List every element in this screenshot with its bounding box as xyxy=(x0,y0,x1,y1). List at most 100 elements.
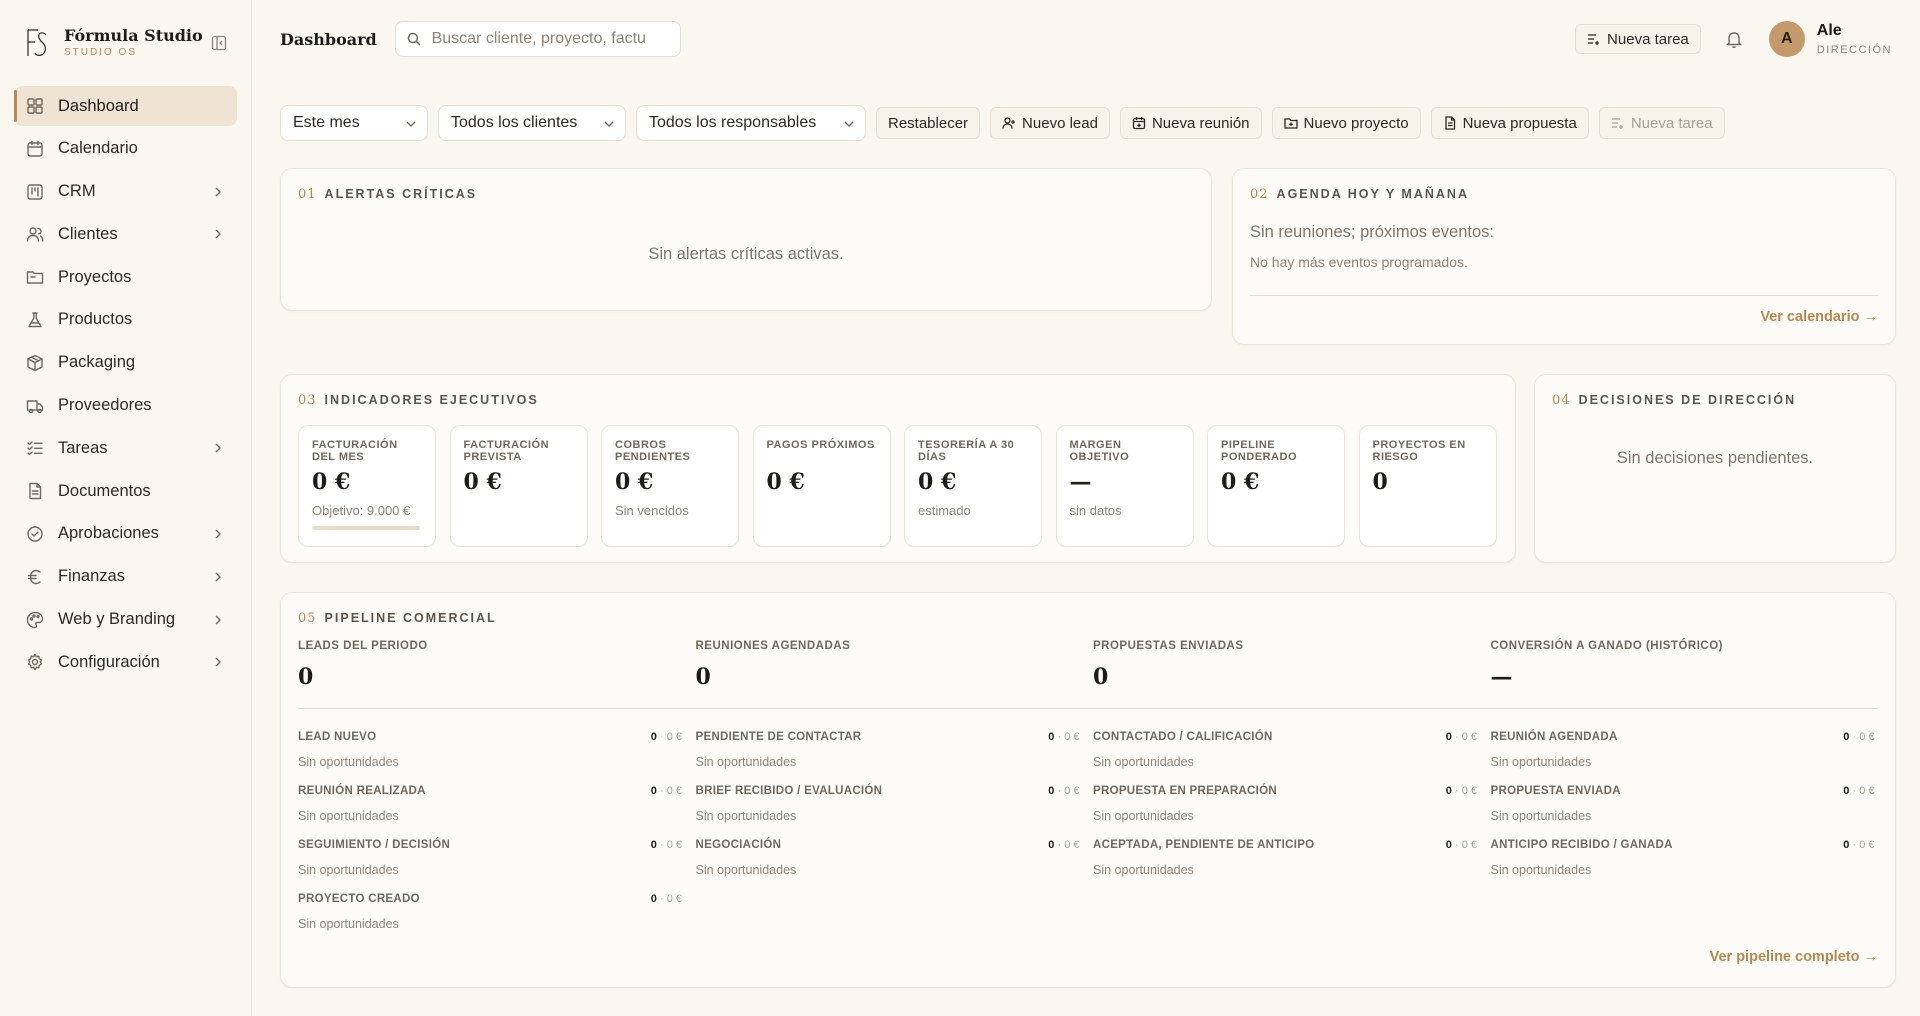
kpi-label: FACTURACIÓN PREVISTA xyxy=(463,439,550,463)
pipeline-stage[interactable]: ANTICIPO RECIBIDO / GANADA 0 · 0 € Sin opo… xyxy=(1491,838,1875,877)
stage-empty: Sin oportunidades xyxy=(298,809,399,823)
agenda-number: 02 xyxy=(1250,187,1269,202)
sidebar-item-tareas[interactable]: Tareas xyxy=(14,428,237,468)
package-icon xyxy=(27,354,43,371)
stage-count-value: 0 xyxy=(1843,839,1850,851)
pipeline-stage[interactable]: PROYECTO CREADO 0 · 0 € Sin oportunidades xyxy=(298,892,682,931)
pipeline-stage[interactable]: PENDIENTE DE CONTACTAR 0 · 0 € Sin oportun… xyxy=(696,730,1080,769)
brand-subtitle: STUDIO OS xyxy=(64,47,138,58)
collapse-sidebar-icon[interactable] xyxy=(211,35,227,51)
stage-empty: Sin oportunidades xyxy=(298,755,399,769)
view-calendar-link[interactable]: Ver calendario → xyxy=(1760,309,1878,325)
kpi-label: PIPELINE PONDERADO xyxy=(1221,439,1298,463)
pipeline-stage[interactable]: PROPUESTA EN PREPARACIÓN 0 · 0 € Sin oport… xyxy=(1093,784,1477,823)
clients-select[interactable]: Todos los clientes xyxy=(438,105,626,141)
stage-count: 0 · 0 € xyxy=(1048,839,1079,851)
kpi-card[interactable]: PAGOS PRÓXIMOS 0 € xyxy=(752,425,891,547)
stage-count-value: 0 xyxy=(1445,731,1452,743)
reset-button[interactable]: Restablecer xyxy=(876,107,981,139)
new-meeting-label: Nueva reunión xyxy=(1151,114,1250,132)
pipeline-stage[interactable]: PROPUESTA ENVIADA 0 · 0 € Sin oportunidade… xyxy=(1491,784,1875,823)
sidebar-item-crm[interactable]: CRM xyxy=(14,172,237,212)
stage-amount: · 0 € xyxy=(659,893,682,905)
sidebar-item-calendario[interactable]: Calendario xyxy=(14,129,237,169)
stage-count: 0 · 0 € xyxy=(651,785,682,797)
new-lead-button[interactable]: Nuevo lead xyxy=(990,107,1110,139)
user-info[interactable]: Ale DIRECCIÓN xyxy=(1817,22,1892,57)
kpi-value: 0 € xyxy=(463,469,502,495)
bell-icon[interactable] xyxy=(1723,28,1745,50)
new-task-filter-button[interactable]: Nueva tarea xyxy=(1598,107,1725,139)
reset-label: Restablecer xyxy=(888,114,969,132)
kpi-card[interactable]: PROYECTOS EN RIESGO 0 xyxy=(1358,425,1497,547)
sidebar-item-productos[interactable]: Productos xyxy=(14,300,237,340)
pipeline-stage[interactable]: SEGUIMIENTO / DECISIÓN 0 · 0 € Sin oportun… xyxy=(298,838,682,877)
pipeline-stage[interactable]: LEAD NUEVO 0 · 0 € Sin oportunidades xyxy=(298,730,682,769)
stage-count: 0 · 0 € xyxy=(651,893,682,905)
view-pipeline-link[interactable]: Ver pipeline completo → xyxy=(1710,949,1878,965)
pipeline-stage[interactable]: CONTACTADO / CALIFICACIÓN 0 · 0 € Sin opor… xyxy=(1093,730,1477,769)
brand-name: Fórmula Studio xyxy=(64,26,203,45)
sidebar-item-configuracion[interactable]: Configuración xyxy=(14,642,237,682)
sidebar-item-proveedores[interactable]: Proveedores xyxy=(14,386,237,426)
new-task-button[interactable]: Nueva tarea xyxy=(1575,24,1701,54)
new-proposal-button[interactable]: Nueva propuesta xyxy=(1430,107,1589,139)
stage-name: REUNIÓN REALIZADA xyxy=(298,785,426,797)
pipeline-summary-value: 0 xyxy=(298,664,314,690)
pipeline-stage[interactable]: ACEPTADA, PENDIENTE DE ANTICIPO 0 · 0 € Si… xyxy=(1093,838,1477,877)
sidebar-item-dashboard[interactable]: Dashboard xyxy=(14,86,237,126)
stage-count-value: 0 xyxy=(1048,731,1055,743)
period-select[interactable]: Este mes xyxy=(280,105,428,141)
stage-count: 0 · 0 € xyxy=(1446,785,1477,797)
stage-amount: · 0 € xyxy=(1454,785,1477,797)
decisions-title: DECISIONES DE DIRECCIÓN xyxy=(1578,393,1797,407)
pipeline-summary-item: CONVERSIÓN A GANADO (HISTÓRICO) — xyxy=(1491,640,1724,690)
kpi-value: 0 € xyxy=(918,469,957,495)
sidebar-item-documentos[interactable]: Documentos xyxy=(14,471,237,511)
kpi-card[interactable]: TESORERÍA A 30 DÍAS 0 € estimado xyxy=(904,425,1042,547)
kpi-subtext: Objetivo: 9.000 € xyxy=(312,503,411,518)
brand-logo-icon xyxy=(27,29,47,56)
pipeline-stage[interactable]: NEGOCIACIÓN 0 · 0 € Sin oportunidades xyxy=(696,838,1080,877)
pipeline-summary-label: PROPUESTAS ENVIADAS xyxy=(1093,640,1244,652)
owners-select[interactable]: Todos los responsables xyxy=(636,105,866,141)
pipeline-stage[interactable]: REUNIÓN AGENDADA 0 · 0 € Sin oportunidades xyxy=(1491,730,1875,769)
search-input[interactable] xyxy=(431,30,670,48)
new-meeting-button[interactable]: Nueva reunión xyxy=(1119,107,1262,139)
avatar[interactable]: A xyxy=(1768,21,1805,57)
stage-count-value: 0 xyxy=(1445,785,1452,797)
new-task-filter-label: Nueva tarea xyxy=(1630,114,1713,132)
sidebar-item-web-y-branding[interactable]: Web y Branding xyxy=(14,600,237,640)
kpi-value: 0 € xyxy=(766,469,805,495)
stage-count: 0 · 0 € xyxy=(1843,839,1874,851)
user-plus-icon xyxy=(1002,117,1016,129)
alerts-title: ALERTAS CRÍTICAS xyxy=(324,187,478,201)
sidebar-item-packaging[interactable]: Packaging xyxy=(14,343,237,383)
kpi-value: 0 € xyxy=(312,469,351,495)
kpi-card[interactable]: FACTURACIÓN DEL MES 0 € Objetivo: 9.000 € xyxy=(298,425,436,547)
kpi-card[interactable]: MARGEN OBJETIVO — sin datos xyxy=(1055,425,1194,547)
stage-amount: · 0 € xyxy=(659,785,682,797)
euro-icon xyxy=(27,569,41,584)
document-icon xyxy=(1444,116,1455,130)
search-box[interactable] xyxy=(394,21,681,57)
sidebar-item-aprobaciones[interactable]: Aprobaciones xyxy=(14,514,237,554)
pipeline-stage[interactable]: REUNIÓN REALIZADA 0 · 0 € Sin oportunidade… xyxy=(298,784,682,823)
new-project-button[interactable]: Nuevo proyecto xyxy=(1271,107,1421,139)
stage-empty: Sin oportunidades xyxy=(695,755,797,769)
new-proposal-label: Nueva propuesta xyxy=(1462,114,1577,132)
users-icon xyxy=(26,227,44,243)
pipeline-stage[interactable]: BRIEF RECIBIDO / EVALUACIÓN 0 · 0 € Sin op… xyxy=(696,784,1080,823)
kpi-card[interactable]: FACTURACIÓN PREVISTA 0 € xyxy=(449,425,588,547)
new-project-label: Nuevo proyecto xyxy=(1303,114,1409,132)
agenda-card: 02 AGENDA HOY Y MAÑANA Sin reuniones; pr… xyxy=(1232,168,1896,345)
stage-count: 0 · 0 € xyxy=(1446,731,1477,743)
kpi-card[interactable]: PIPELINE PONDERADO 0 € xyxy=(1207,425,1345,547)
kpi-card[interactable]: COBROS PENDIENTES 0 € Sin vencidos xyxy=(601,425,739,547)
stage-name: LEAD NUEVO xyxy=(298,731,377,743)
sidebar-item-proyectos[interactable]: Proyectos xyxy=(14,257,237,297)
sidebar-item-clientes[interactable]: Clientes xyxy=(14,214,237,254)
folder-plus-icon xyxy=(1283,118,1298,129)
sidebar-item-finanzas[interactable]: Finanzas xyxy=(14,557,237,597)
stage-count: 0 · 0 € xyxy=(1048,731,1079,743)
